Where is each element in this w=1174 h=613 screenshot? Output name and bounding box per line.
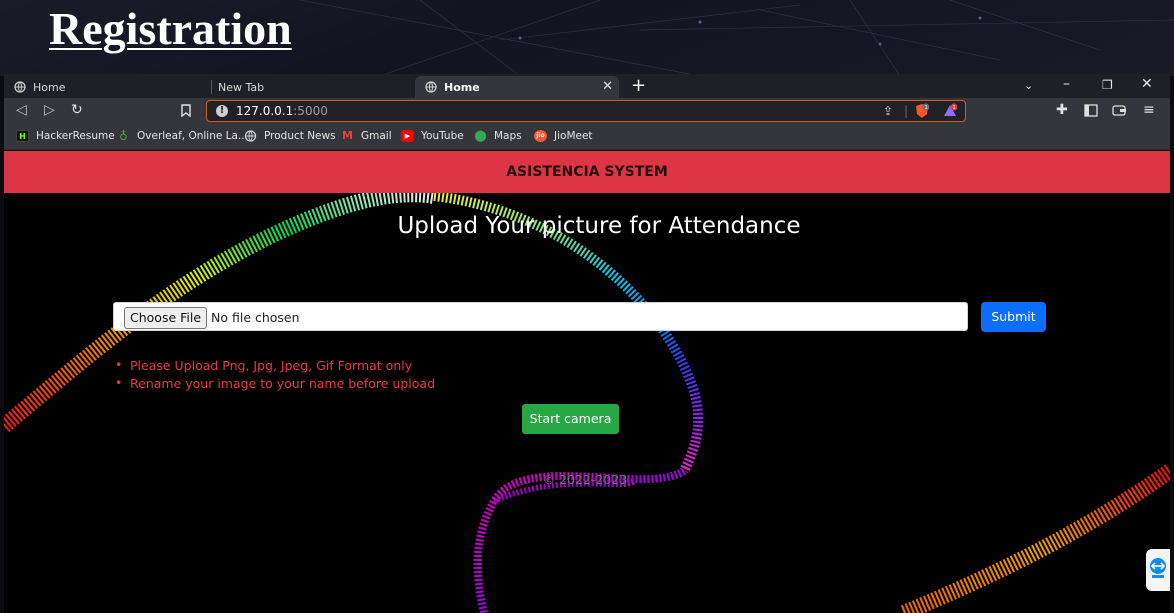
address-bar[interactable]: ! 127.0.0.1:5000 ⇪ | 1 1: [206, 100, 966, 122]
bookmark-label: JioMeet: [554, 130, 593, 142]
choose-file-button[interactable]: Choose File: [124, 307, 208, 329]
bookmark-label: Maps: [494, 130, 522, 142]
tab-home-1[interactable]: Home: [4, 76, 209, 98]
reload-icon[interactable]: ↻: [71, 102, 83, 118]
slide-header: Registration: [0, 0, 1174, 76]
bookmark-gmail[interactable]: M Gmail: [341, 129, 392, 143]
extensions-icon[interactable]: ✚: [1056, 102, 1068, 118]
sidebar-icon[interactable]: [1084, 104, 1098, 117]
back-icon[interactable]: ◁: [16, 102, 27, 118]
tab-home-active[interactable]: Home ✕: [415, 76, 619, 98]
bookmark-label: Product News: [264, 130, 336, 142]
new-tab-button[interactable]: +: [631, 75, 646, 96]
menu-icon[interactable]: ≡: [1143, 102, 1155, 118]
globe-icon: [14, 81, 26, 93]
restore-button[interactable]: ❐: [1102, 78, 1113, 92]
slide-title: Registration: [49, 3, 292, 54]
bookmark-label: Gmail: [361, 130, 392, 142]
brave-shield-icon[interactable]: 1: [915, 103, 929, 119]
bookmark-icon[interactable]: [181, 104, 191, 117]
teamviewer-icon: [1150, 558, 1166, 578]
close-tab-icon[interactable]: ✕: [602, 79, 613, 94]
bookmarks-bar: H HackerResume ♁ Overleaf, Online La... …: [4, 124, 1170, 150]
file-upload-input[interactable]: Choose File No file chosen: [113, 302, 968, 331]
page-footer: © 2022-2023: [542, 472, 628, 487]
close-window-button[interactable]: ✕: [1141, 76, 1153, 92]
bookmark-label: HackerResume: [36, 130, 115, 142]
upload-instructions: Please Upload Png, Jpg, Jpeg, Gif Format…: [113, 357, 435, 394]
url-text[interactable]: 127.0.0.1:5000: [236, 104, 328, 118]
list-item: Rename your image to your name before up…: [113, 375, 435, 394]
omnibox-divider: |: [904, 104, 909, 118]
teamviewer-widget[interactable]: [1146, 549, 1170, 591]
bookmark-label: YouTube: [421, 130, 464, 142]
youtube-icon: ▶: [401, 130, 414, 142]
bookmark-overleaf[interactable]: ♁ Overleaf, Online La...: [117, 130, 248, 142]
browser-window: Home New Tab Home ✕ + ⌄ – ❐ ✕ ◁ ▷ ↻ ! 12…: [4, 74, 1170, 613]
overleaf-icon: ♁: [119, 129, 128, 143]
list-item: Please Upload Png, Jpg, Jpeg, Gif Format…: [113, 357, 435, 376]
svg-text:1: 1: [925, 105, 928, 111]
bookmark-product-news[interactable]: Product News: [244, 130, 336, 142]
jiomeet-icon: jio: [534, 130, 547, 142]
bookmark-label: Overleaf, Online La...: [137, 130, 248, 142]
gmail-icon: M: [342, 129, 353, 142]
page-heading: Upload Your picture for Attendance: [397, 213, 801, 239]
tab-strip: Home New Tab Home ✕ + ⌄ – ❐ ✕: [4, 74, 1170, 98]
minimize-button[interactable]: –: [1063, 76, 1070, 92]
bookmark-hackerresume[interactable]: H HackerResume: [16, 130, 115, 142]
site-info-icon[interactable]: !: [216, 105, 228, 117]
start-camera-button[interactable]: Start camera: [522, 404, 619, 434]
tab-label: Home: [33, 80, 66, 94]
globe-icon: [425, 81, 437, 93]
share-icon[interactable]: ⇪: [883, 104, 893, 118]
hackerresume-icon: H: [16, 130, 29, 142]
app-navbar[interactable]: ASISTENCIA SYSTEM: [4, 151, 1170, 193]
globe-icon: [244, 130, 257, 142]
bookmark-maps[interactable]: ⬤ Maps: [474, 129, 522, 143]
browser-toolbar: ◁ ▷ ↻ ! 127.0.0.1:5000 ⇪ | 1 1 ✚ ≡: [4, 98, 1170, 124]
wallet-icon[interactable]: [1112, 104, 1127, 117]
tab-search-icon[interactable]: ⌄: [1024, 79, 1033, 92]
submit-button[interactable]: Submit: [981, 302, 1046, 332]
tab-new-tab[interactable]: New Tab: [208, 76, 413, 98]
tab-label: New Tab: [218, 80, 265, 94]
svg-text:1: 1: [953, 105, 956, 111]
brave-rewards-icon[interactable]: 1: [943, 103, 957, 119]
bookmark-youtube[interactable]: ▶ YouTube: [401, 130, 464, 142]
maps-icon: ⬤: [474, 129, 487, 142]
forward-icon[interactable]: ▷: [44, 102, 55, 118]
tab-label: Home: [444, 80, 480, 94]
bookmark-jiomeet[interactable]: jio JioMeet: [534, 130, 593, 142]
page-content: ASISTENCIA SYSTEM Upload Your picture fo…: [4, 151, 1170, 613]
file-status-text: No file chosen: [211, 310, 300, 325]
